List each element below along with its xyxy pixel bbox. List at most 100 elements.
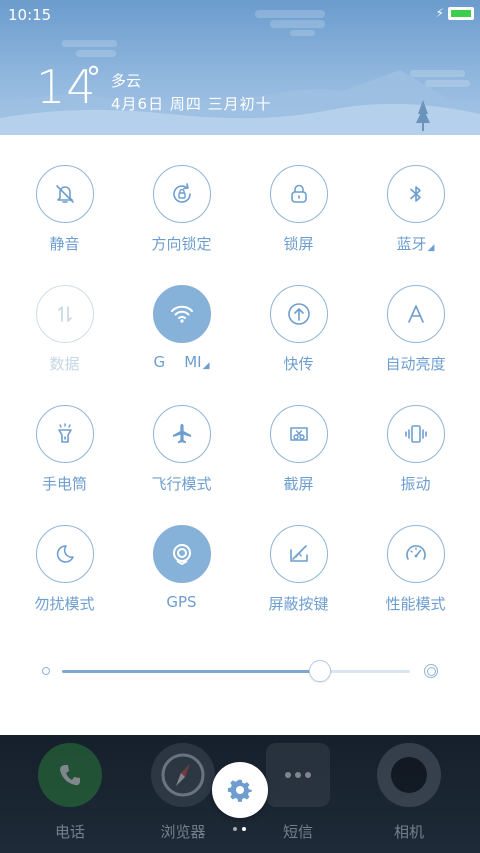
silent-bell-icon bbox=[55, 185, 74, 203]
tile-label: 蓝牙 bbox=[396, 235, 427, 253]
tile-quick-share[interactable]: 快传 bbox=[240, 285, 357, 374]
dock-label: 短信 bbox=[282, 823, 313, 841]
do-not-disturb-toggle[interactable] bbox=[35, 525, 94, 583]
screenshot-button[interactable] bbox=[269, 405, 328, 463]
tile-label: 性能模式 bbox=[385, 595, 446, 613]
lock-icon bbox=[290, 184, 307, 203]
status-time: 10:15 bbox=[8, 6, 52, 24]
weather-header: 10:15 ⚡ 14 ° 多云 4月6日 周四 三月初十 bbox=[0, 0, 480, 135]
more-indicator-icon: ◢ bbox=[202, 361, 210, 371]
tile-auto-brightness[interactable]: 自动亮度 bbox=[357, 285, 474, 374]
airplane-toggle[interactable] bbox=[152, 405, 211, 463]
weather-condition: 多云 bbox=[111, 72, 142, 90]
tile-wifi[interactable]: G MI◢ bbox=[123, 285, 240, 371]
dock-app-messages[interactable]: 短信 bbox=[258, 743, 338, 842]
gps-toggle[interactable] bbox=[152, 525, 211, 583]
tile-label: 屏蔽按键 bbox=[268, 595, 329, 613]
tile-do-not-disturb[interactable]: 勿扰模式 bbox=[6, 525, 123, 614]
tile-label: 振动 bbox=[400, 475, 431, 493]
tile-label: 快传 bbox=[283, 355, 314, 373]
dock-app-phone[interactable]: 电话 bbox=[30, 743, 110, 842]
tile-bluetooth[interactable]: 蓝牙◢ bbox=[357, 165, 474, 254]
date-text: 4月6日 周四 三月初十 bbox=[111, 95, 272, 113]
tile-lock-screen[interactable]: 锁屏 bbox=[240, 165, 357, 254]
brightness-low-icon bbox=[42, 667, 50, 675]
charging-icon: ⚡ bbox=[435, 6, 444, 20]
tile-label: GPS bbox=[166, 593, 197, 611]
status-icons: ⚡ bbox=[436, 6, 474, 20]
performance-toggle[interactable] bbox=[386, 525, 445, 583]
compass-icon bbox=[151, 743, 215, 807]
dock-app-camera[interactable]: 相机 bbox=[369, 743, 449, 842]
dock-label: 浏览器 bbox=[160, 823, 206, 841]
brightness-thumb[interactable] bbox=[308, 660, 331, 682]
brightness-high-icon bbox=[424, 664, 438, 678]
tile-label: 方向锁定 bbox=[151, 235, 212, 253]
tile-screenshot[interactable]: 截屏 bbox=[240, 405, 357, 494]
tile-block-keys[interactable]: 屏蔽按键 bbox=[240, 525, 357, 614]
vibrate-toggle[interactable] bbox=[386, 405, 445, 463]
bluetooth-toggle[interactable] bbox=[386, 165, 445, 223]
tile-label: 手电筒 bbox=[41, 475, 87, 493]
gps-icon bbox=[172, 544, 191, 565]
mobile-data-icon bbox=[57, 306, 72, 322]
tile-label: 锁屏 bbox=[283, 235, 314, 253]
mobile-data-toggle[interactable] bbox=[35, 285, 94, 343]
wifi-network-label: G MI bbox=[153, 353, 202, 371]
degree-symbol: ° bbox=[86, 61, 101, 96]
page-dot bbox=[233, 827, 237, 831]
tile-label: 勿扰模式 bbox=[34, 595, 95, 613]
more-indicator-icon: ◢ bbox=[427, 243, 435, 253]
vibrate-icon bbox=[404, 425, 427, 443]
block-keys-icon bbox=[289, 545, 308, 562]
brightness-track[interactable] bbox=[62, 670, 410, 673]
tile-label-row: 蓝牙◢ bbox=[357, 233, 474, 254]
auto-brightness-toggle[interactable] bbox=[386, 285, 445, 343]
quick-share-button[interactable] bbox=[269, 285, 328, 343]
lock-screen-button[interactable] bbox=[269, 165, 328, 223]
rotation-lock-icon bbox=[172, 183, 191, 203]
tile-label: 自动亮度 bbox=[385, 355, 446, 373]
tile-label-row: G MI◢ bbox=[123, 353, 240, 371]
tile-mobile-data[interactable]: 数据 bbox=[6, 285, 123, 374]
tile-label: 数据 bbox=[49, 355, 80, 373]
bluetooth-icon bbox=[409, 186, 421, 202]
wifi-icon bbox=[170, 305, 193, 323]
brightness-slider[interactable] bbox=[40, 657, 440, 687]
battery-icon bbox=[448, 6, 474, 20]
page-indicator bbox=[233, 827, 246, 831]
message-icon bbox=[266, 743, 330, 807]
tile-label: 截屏 bbox=[283, 475, 314, 493]
moon-icon bbox=[56, 545, 74, 563]
gear-icon bbox=[227, 779, 252, 802]
camera-icon bbox=[377, 743, 441, 807]
wifi-toggle[interactable] bbox=[152, 285, 211, 343]
tile-flashlight[interactable]: 手电筒 bbox=[6, 405, 123, 494]
tile-performance[interactable]: 性能模式 bbox=[357, 525, 474, 614]
settings-button[interactable] bbox=[212, 762, 268, 818]
flashlight-icon bbox=[57, 423, 72, 443]
tile-rotation-lock[interactable]: 方向锁定 bbox=[123, 165, 240, 254]
silent-toggle[interactable] bbox=[35, 165, 94, 223]
dock-app-browser[interactable]: 浏览器 bbox=[143, 743, 223, 842]
flashlight-toggle[interactable] bbox=[35, 405, 94, 463]
speedometer-icon bbox=[405, 545, 426, 560]
tile-gps[interactable]: GPS bbox=[123, 525, 240, 611]
page-dot-active bbox=[242, 827, 246, 831]
phone-icon bbox=[38, 743, 102, 807]
quick-share-icon bbox=[287, 303, 310, 325]
airplane-icon bbox=[172, 424, 191, 444]
tile-vibrate[interactable]: 振动 bbox=[357, 405, 474, 494]
dock-label: 电话 bbox=[54, 823, 85, 841]
screenshot-icon bbox=[289, 427, 308, 441]
quick-settings-panel: 静音 方向锁定 锁屏 蓝牙◢ 数据 G MI◢ 快传 自动亮度 手电筒 飞行模式… bbox=[0, 135, 480, 735]
tile-label: 飞行模式 bbox=[151, 475, 212, 493]
tile-silent[interactable]: 静音 bbox=[6, 165, 123, 254]
brightness-fill bbox=[62, 670, 320, 673]
tile-airplane[interactable]: 飞行模式 bbox=[123, 405, 240, 494]
auto-brightness-icon bbox=[407, 305, 424, 323]
tile-label: 静音 bbox=[49, 235, 80, 253]
block-keys-toggle[interactable] bbox=[269, 525, 328, 583]
rotation-lock-toggle[interactable] bbox=[152, 165, 211, 223]
dock-label: 相机 bbox=[393, 823, 424, 841]
